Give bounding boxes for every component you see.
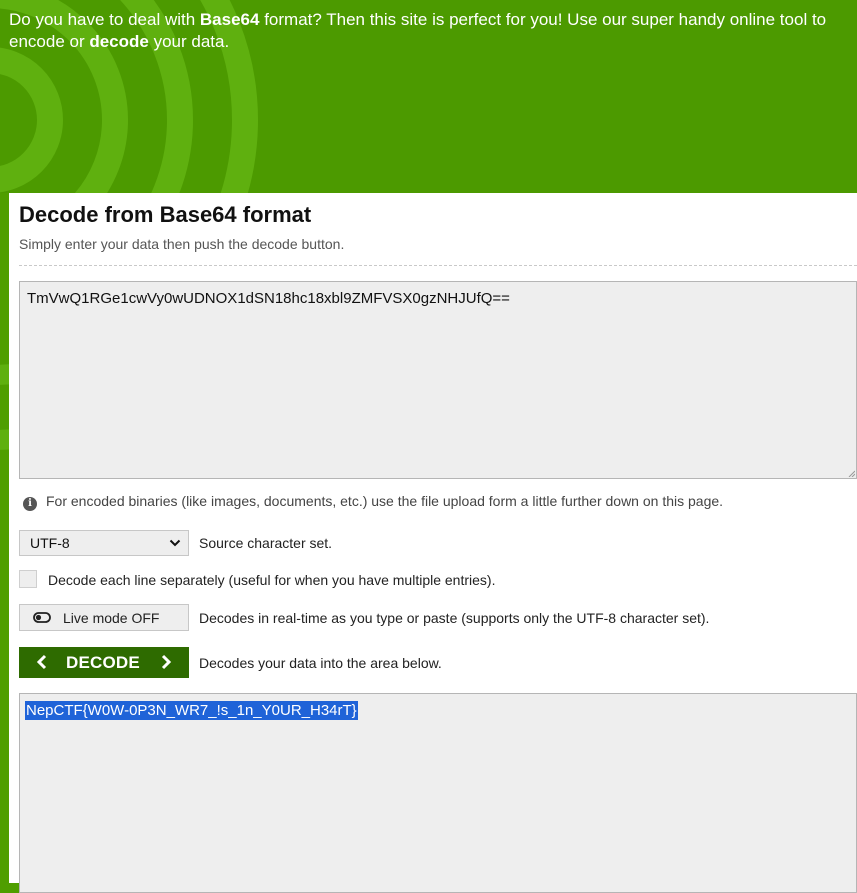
- live-mode-button[interactable]: Live mode OFF: [19, 604, 189, 631]
- hero-text-segment: your data.: [148, 32, 230, 51]
- divider: [19, 265, 857, 266]
- resize-grip-icon[interactable]: [847, 469, 855, 477]
- decode-panel: Decode from Base64 format Simply enter y…: [9, 193, 857, 893]
- page-subtitle: Simply enter your data then push the dec…: [19, 236, 345, 252]
- hero-text-segment: encode or: [9, 32, 90, 51]
- hero-text-segment: format? Then this site is perfect for yo…: [259, 10, 827, 29]
- charset-select[interactable]: UTF-8: [19, 530, 189, 556]
- hero-text-segment: Do you have to deal with: [9, 10, 200, 29]
- decoded-output-value: NepCTF{W0W-0P3N_WR7_!s_1n_Y0UR_H34rT}: [25, 701, 358, 720]
- info-icon: i: [23, 497, 37, 511]
- chevron-right-icon: [161, 654, 172, 670]
- decode-button-label: DECODE: [66, 653, 140, 672]
- decode-button[interactable]: DECODE: [19, 647, 189, 678]
- live-mode-description: Decodes in real-time as you type or past…: [199, 610, 710, 626]
- charset-select-value: UTF-8: [30, 535, 70, 551]
- decode-lines-label: Decode each line separately (useful for …: [48, 572, 496, 588]
- page-title: Decode from Base64 format: [19, 202, 312, 227]
- toggle-icon: [33, 612, 51, 623]
- hero-text-bold: Base64: [199, 10, 260, 29]
- base64-input-value: TmVwQ1RGe1cwVy0wUDNOX1dSN18hc18xbl9ZMFVS…: [27, 290, 510, 307]
- decoded-output[interactable]: NepCTF{W0W-0P3N_WR7_!s_1n_Y0UR_H34rT}: [19, 693, 857, 893]
- info-note: i For encoded binaries (like images, docu…: [23, 493, 723, 511]
- hero-banner: Do you have to deal with Base64 format? …: [0, 0, 857, 193]
- hero-intro-text: Do you have to deal with Base64 format? …: [9, 9, 857, 53]
- side-swirl: [0, 364, 9, 450]
- chevron-down-icon: [169, 539, 181, 547]
- decode-description: Decodes your data into the area below.: [199, 655, 442, 671]
- chevron-left-icon: [36, 654, 47, 670]
- decode-lines-checkbox[interactable]: [19, 570, 37, 588]
- side-decoration: [0, 193, 9, 883]
- info-note-text: For encoded binaries (like images, docum…: [46, 493, 724, 509]
- hero-text-bold: decode: [89, 32, 149, 51]
- base64-input[interactable]: TmVwQ1RGe1cwVy0wUDNOX1dSN18hc18xbl9ZMFVS…: [19, 281, 857, 479]
- live-mode-label: Live mode OFF: [63, 610, 160, 626]
- charset-label: Source character set.: [199, 535, 333, 551]
